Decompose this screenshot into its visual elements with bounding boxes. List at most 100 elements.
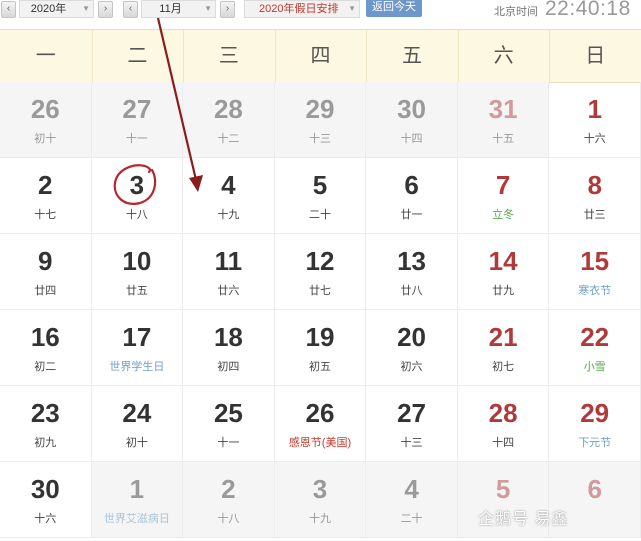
day-cell[interactable]: 26 感恩节(美国)	[274, 386, 367, 462]
chevron-down-icon: ▼	[82, 4, 90, 13]
day-cell[interactable]: 8 廿三	[549, 158, 641, 234]
day-cell[interactable]: 1 世界艾滋病日	[91, 462, 184, 538]
year-select-value: 2020年	[30, 3, 67, 15]
day-subtext: 初六	[400, 361, 423, 373]
day-number: 19	[305, 322, 335, 352]
day-number: 27	[122, 94, 152, 124]
day-subtext: 廿八	[400, 285, 423, 297]
day-cell[interactable]: 23 初九	[0, 386, 92, 462]
day-number: 12	[305, 246, 335, 276]
day-number: 3	[312, 474, 328, 504]
day-cell[interactable]: 20 初六	[366, 310, 458, 386]
day-subtext: 小雪	[583, 361, 606, 373]
month-select[interactable]: 11月 ▼	[141, 0, 216, 18]
day-cell[interactable]: 3 十九	[274, 462, 367, 538]
day-subtext: 十五	[492, 133, 515, 145]
day-subtext: 感恩节(美国)	[288, 437, 352, 449]
day-number: 6	[404, 170, 419, 200]
day-cell[interactable]: 17 世界学生日	[91, 310, 184, 386]
day-number: 30	[30, 474, 60, 504]
day-cell[interactable]: 28 十二	[183, 82, 275, 158]
day-cell[interactable]: 4 二十	[366, 462, 458, 538]
day-subtext: 十六	[583, 133, 606, 145]
day-number: 6	[587, 474, 602, 504]
day-cell[interactable]: 31 十五	[457, 82, 550, 158]
day-cell[interactable]: 30 十六	[0, 462, 92, 538]
day-subtext: 十八	[217, 513, 240, 525]
day-cell[interactable]: 3 十八	[91, 158, 184, 234]
prev-month-button[interactable]: ‹	[123, 1, 138, 18]
day-number: 5	[495, 474, 511, 504]
day-cell[interactable]: 27 十三	[366, 386, 458, 462]
day-cell[interactable]: 25 十一	[183, 386, 275, 462]
watermark-text: 企鹅号 易鑫	[478, 511, 569, 528]
day-subtext: 初五	[308, 361, 331, 373]
day-cell[interactable]: 21 初七	[457, 310, 550, 386]
weekday-header-cell: 六	[458, 30, 551, 82]
day-cell[interactable]: 6 廿一	[366, 158, 458, 234]
day-cell[interactable]: 1 十六	[549, 82, 641, 158]
day-cell[interactable]: 16 初二	[0, 310, 92, 386]
day-cell[interactable]: 4 十九	[183, 158, 275, 234]
day-subtext: 初四	[217, 361, 240, 373]
day-number: 20	[397, 322, 426, 352]
weekday-header-cell: 三	[183, 30, 276, 82]
day-subtext: 十八	[125, 209, 148, 221]
day-number: 7	[495, 170, 511, 200]
day-cell[interactable]: 13 廿八	[366, 234, 458, 310]
day-cell[interactable]: 2 十七	[0, 158, 92, 234]
next-year-button[interactable]: ›	[98, 1, 113, 18]
day-cell[interactable]: 29 十三	[274, 82, 367, 158]
day-cell[interactable]: 19 初五	[274, 310, 367, 386]
holiday-schedule-select[interactable]: 2020年假日安排 ▼	[244, 0, 360, 18]
day-number: 14	[488, 246, 518, 276]
day-cell[interactable]: 24 初十	[91, 386, 184, 462]
calendar-grid: 一二三四五六日 26 初十 27 十一 28 十二 29 十三 30 十四 31 十五 1 十六 2 十七 3 十…	[0, 29, 641, 541]
day-subtext: 二十	[308, 209, 331, 221]
day-number: 4	[404, 474, 419, 504]
day-number: 21	[488, 322, 518, 352]
day-cell[interactable]: 2 十八	[183, 462, 275, 538]
day-number: 28	[213, 94, 243, 124]
prev-year-button[interactable]: ‹	[1, 1, 16, 18]
day-cell[interactable]: 15 寒衣节	[549, 234, 641, 310]
day-number: 28	[488, 398, 518, 428]
weekday-header-cell: 日	[585, 45, 606, 67]
day-cell[interactable]: 11 廿六	[183, 234, 275, 310]
day-cell[interactable]: 14 廿九	[457, 234, 550, 310]
day-subtext: 十三	[308, 133, 331, 145]
day-cell[interactable]: 22 小雪	[549, 310, 641, 386]
day-cell[interactable]: 18 初四	[183, 310, 275, 386]
day-number: 24	[122, 398, 152, 428]
day-cell[interactable]: 28 十四	[457, 386, 550, 462]
day-subtext: 十一	[125, 133, 148, 145]
day-subtext: 初二	[34, 361, 57, 373]
day-subtext: 立冬	[492, 209, 515, 221]
day-subtext: 十四	[400, 133, 423, 145]
day-subtext: 十二	[217, 133, 240, 145]
day-cell[interactable]: 12 廿七	[274, 234, 367, 310]
day-cell[interactable]: 30 十四	[366, 82, 458, 158]
clock-display: 22:40:18	[545, 0, 631, 20]
day-subtext: 十九	[308, 513, 331, 525]
day-subtext: 廿一	[400, 209, 423, 221]
day-number: 26	[305, 398, 335, 428]
year-select[interactable]: 2020年 ▼	[19, 0, 94, 18]
back-to-today-button[interactable]: 返回今天	[366, 0, 422, 17]
day-number: 17	[122, 322, 152, 352]
day-subtext: 十七	[34, 209, 57, 221]
day-cell[interactable]: 26 初十	[0, 82, 92, 158]
day-cell[interactable]: 9 廿四	[0, 234, 92, 310]
day-cell[interactable]: 5 二十	[274, 158, 367, 234]
day-cell[interactable]: 10 廿五	[91, 234, 184, 310]
day-subtext: 二十	[400, 513, 423, 525]
day-cell[interactable]: 29 下元节	[549, 386, 641, 462]
day-subtext: 廿三	[583, 209, 606, 221]
next-month-button[interactable]: ›	[220, 1, 235, 18]
chevron-down-icon: ▼	[204, 4, 212, 13]
day-subtext: 世界学生日	[109, 361, 165, 373]
day-cell[interactable]: 7 立冬	[457, 158, 550, 234]
chevron-down-icon: ▼	[348, 4, 356, 13]
weekday-header: 一二三四五六 日	[0, 29, 641, 83]
day-cell[interactable]: 27 十一	[91, 82, 184, 158]
